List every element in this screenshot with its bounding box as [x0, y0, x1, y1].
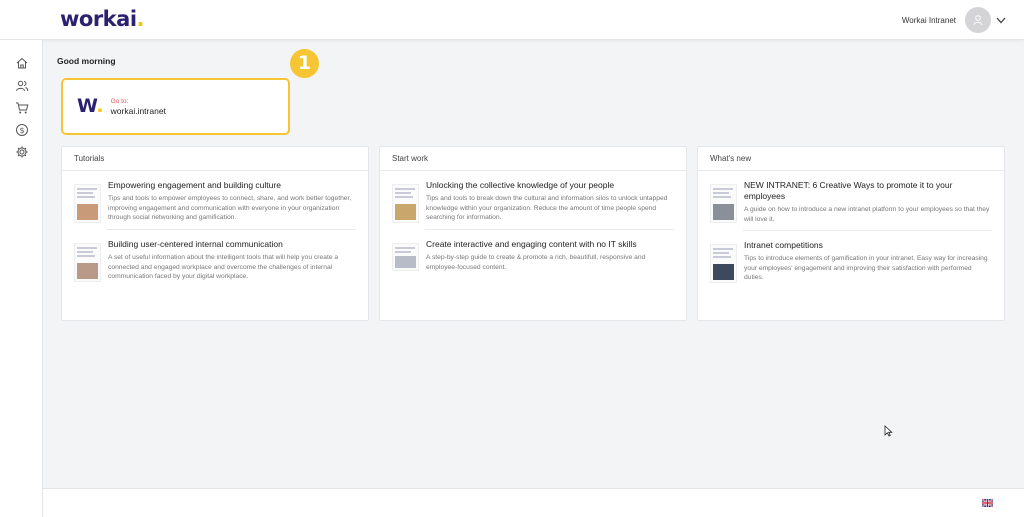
step-badge: 1 [290, 49, 319, 78]
user-icon [973, 15, 983, 26]
article-thumbnail [710, 244, 737, 284]
greeting: Good morning [57, 56, 116, 66]
chevron-down-icon[interactable] [996, 17, 1006, 24]
goto-label: Go to: [110, 97, 129, 105]
start-work-card: Start work Unlocking the collective know… [379, 146, 687, 321]
workai-logo[interactable]: workai. [60, 7, 145, 31]
footer [43, 488, 1024, 517]
list-item[interactable]: Unlocking the collective knowledge of yo… [380, 171, 686, 223]
item-desc: Tips and tools to break down the cultura… [426, 195, 668, 222]
people-icon[interactable] [15, 79, 29, 93]
item-title[interactable]: Unlocking the collective knowledge of yo… [426, 180, 674, 191]
item-title[interactable]: Empowering engagement and building cultu… [108, 180, 356, 191]
article-thumbnail [74, 243, 101, 282]
svg-text:$: $ [19, 126, 24, 135]
list-item[interactable]: Empowering engagement and building cultu… [62, 171, 368, 223]
item-desc: Tips and tools to empower employees to c… [108, 195, 352, 222]
user-menu[interactable]: Workai Intranet [902, 7, 1006, 33]
article-thumbnail [392, 243, 419, 271]
item-title[interactable]: Intranet competitions [744, 240, 992, 251]
item-title[interactable]: Building user-centered internal communic… [108, 239, 356, 250]
goto-intranet-card[interactable]: W. Go to: workai.intranet [61, 78, 290, 135]
gear-icon[interactable] [15, 145, 29, 159]
user-name[interactable]: Workai Intranet [902, 16, 956, 25]
mouse-cursor-icon [884, 425, 893, 437]
whats-new-card: What's new NEW INTRANET: 6 Creative Ways… [697, 146, 1005, 321]
top-bar: workai. Workai Intranet [0, 0, 1024, 40]
home-icon[interactable] [15, 56, 29, 70]
goto-link[interactable]: workai.intranet [111, 106, 166, 116]
card-title: Start work [380, 147, 686, 171]
card-title: Tutorials [62, 147, 368, 171]
workai-w-logo: W. [77, 95, 104, 117]
article-thumbnail [392, 184, 419, 223]
article-thumbnail [74, 184, 101, 223]
item-desc: A step-by-step guide to create & promote… [426, 254, 646, 271]
list-item[interactable]: NEW INTRANET: 6 Creative Ways to promote… [698, 171, 1004, 224]
item-title[interactable]: Create interactive and engaging content … [426, 239, 674, 250]
list-item[interactable]: Create interactive and engaging content … [380, 230, 686, 272]
sidebar: $ [0, 40, 43, 517]
avatar[interactable] [965, 7, 991, 33]
article-thumbnail [710, 184, 737, 223]
list-item[interactable]: Building user-centered internal communic… [62, 230, 368, 282]
item-desc: A guide on how to introduce a new intran… [744, 206, 990, 223]
uk-flag-icon[interactable] [982, 499, 993, 507]
list-item[interactable]: Intranet competitions Tips to introduce … [698, 231, 1004, 284]
tutorials-card: Tutorials Empowering engagement and buil… [61, 146, 369, 321]
item-desc: Tips to introduce elements of gamificati… [744, 255, 988, 282]
card-title: What's new [698, 147, 1004, 171]
cart-icon[interactable] [15, 101, 29, 115]
dollar-icon[interactable]: $ [15, 123, 29, 137]
item-desc: A set of useful information about the in… [108, 254, 339, 281]
item-title[interactable]: NEW INTRANET: 6 Creative Ways to promote… [744, 180, 992, 202]
